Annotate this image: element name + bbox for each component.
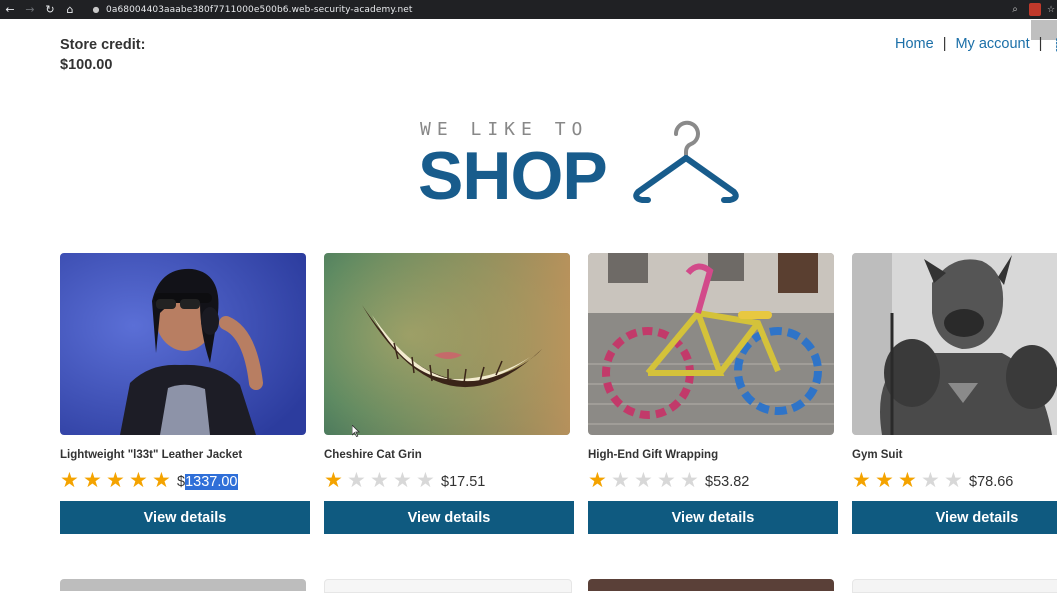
back-icon[interactable]: ← bbox=[0, 0, 20, 19]
product-image-cheshire-cat[interactable] bbox=[324, 253, 570, 435]
star-filled-icon: ★ bbox=[152, 468, 171, 492]
star-filled-icon: ★ bbox=[324, 468, 343, 492]
extension-icon[interactable] bbox=[1029, 3, 1041, 16]
forward-icon[interactable]: → bbox=[20, 0, 40, 19]
lock-icon[interactable]: ● bbox=[90, 5, 102, 14]
star-filled-icon: ★ bbox=[898, 468, 917, 492]
my-account-link[interactable]: My account bbox=[955, 35, 1029, 53]
product-image-row2[interactable] bbox=[60, 579, 306, 591]
product-image-leather-jacket[interactable] bbox=[60, 253, 306, 435]
price-currency: $ bbox=[177, 474, 186, 490]
view-details-button[interactable]: View details bbox=[60, 501, 310, 534]
logo-word: SHOP bbox=[418, 138, 608, 214]
rating-stars: ★ ★ ★ ★ ★ bbox=[588, 468, 703, 492]
store-credit-value: $100.00 bbox=[60, 57, 113, 73]
star-filled-icon: ★ bbox=[83, 468, 102, 492]
product-name: Cheshire Cat Grin bbox=[324, 449, 422, 461]
nav-separator: | bbox=[942, 36, 947, 52]
price-selection: 1337.00 bbox=[185, 474, 238, 490]
product-price: $17.51 bbox=[441, 474, 486, 490]
nav-separator: | bbox=[1038, 36, 1043, 52]
star-empty-icon: ★ bbox=[370, 468, 389, 492]
star-filled-icon: ★ bbox=[106, 468, 125, 492]
star-filled-icon: ★ bbox=[875, 468, 894, 492]
star-empty-icon: ★ bbox=[680, 468, 699, 492]
star-empty-icon: ★ bbox=[416, 468, 435, 492]
product-image-gym-suit[interactable] bbox=[852, 253, 1057, 435]
star-empty-icon: ★ bbox=[611, 468, 630, 492]
rating-stars: ★ ★ ★ ★ ★ bbox=[324, 468, 439, 492]
home-icon[interactable]: ⌂ bbox=[60, 0, 80, 19]
star-filled-icon: ★ bbox=[129, 468, 148, 492]
product-card: Lightweight "l33t" Leather Jacket ★ ★ ★ ★ ★ … bbox=[60, 253, 310, 534]
view-details-button[interactable]: View details bbox=[588, 501, 838, 534]
logo-tagline: WE LIKE TO bbox=[420, 119, 589, 140]
bookmark-star-icon[interactable]: ☆ bbox=[1047, 5, 1057, 15]
mouse-cursor-icon bbox=[352, 425, 360, 437]
star-empty-icon: ★ bbox=[393, 468, 412, 492]
product-image-row2[interactable] bbox=[588, 579, 834, 591]
product-price: $1337.00 bbox=[177, 474, 238, 490]
product-price: $78.66 bbox=[969, 474, 1014, 490]
product-image-row2[interactable] bbox=[852, 579, 1057, 593]
zoom-icon[interactable]: ⌕ bbox=[1007, 4, 1023, 15]
store-credit-label: Store credit: bbox=[60, 37, 146, 53]
product-price: $53.82 bbox=[705, 474, 750, 490]
product-image-gift-wrapping[interactable] bbox=[588, 253, 834, 435]
home-link[interactable]: Home bbox=[895, 35, 934, 53]
product-name: High-End Gift Wrapping bbox=[588, 449, 719, 461]
star-filled-icon: ★ bbox=[588, 468, 607, 492]
product-card: High-End Gift Wrapping ★ ★ ★ ★ ★ $53.82 View… bbox=[588, 253, 838, 534]
star-empty-icon: ★ bbox=[944, 468, 963, 492]
cart-icon[interactable]: ┊ bbox=[1053, 38, 1057, 52]
star-empty-icon: ★ bbox=[347, 468, 366, 492]
product-image-row2[interactable] bbox=[324, 579, 572, 593]
star-filled-icon: ★ bbox=[60, 468, 79, 492]
product-name: Lightweight "l33t" Leather Jacket bbox=[60, 449, 243, 461]
rating-stars: ★ ★ ★ ★ ★ bbox=[852, 468, 967, 492]
star-empty-icon: ★ bbox=[634, 468, 653, 492]
star-filled-icon: ★ bbox=[852, 468, 871, 492]
rating-stars: ★ ★ ★ ★ ★ bbox=[60, 468, 175, 492]
product-card: Gym Suit ★ ★ ★ ★ ★ $78.66 View details bbox=[852, 253, 1057, 534]
address-bar[interactable]: 0a68004403aaabe380f7711000e500b6.web-sec… bbox=[106, 5, 413, 15]
store-credit: Store credit: $100.00 bbox=[60, 35, 145, 75]
view-details-button[interactable]: View details bbox=[324, 501, 574, 534]
hanger-icon bbox=[633, 120, 739, 203]
browser-toolbar: ← → ↻ ⌂ ● 0a68004403aaabe380f7711000e500… bbox=[0, 0, 1057, 19]
product-name: Gym Suit bbox=[852, 449, 903, 461]
star-empty-icon: ★ bbox=[921, 468, 940, 492]
reload-icon[interactable]: ↻ bbox=[40, 0, 60, 19]
product-card: Cheshire Cat Grin ★ ★ ★ ★ ★ $17.51 View deta… bbox=[324, 253, 574, 534]
top-nav: Home | My account | bbox=[895, 35, 1051, 53]
view-details-button[interactable]: View details bbox=[852, 501, 1057, 534]
star-empty-icon: ★ bbox=[657, 468, 676, 492]
